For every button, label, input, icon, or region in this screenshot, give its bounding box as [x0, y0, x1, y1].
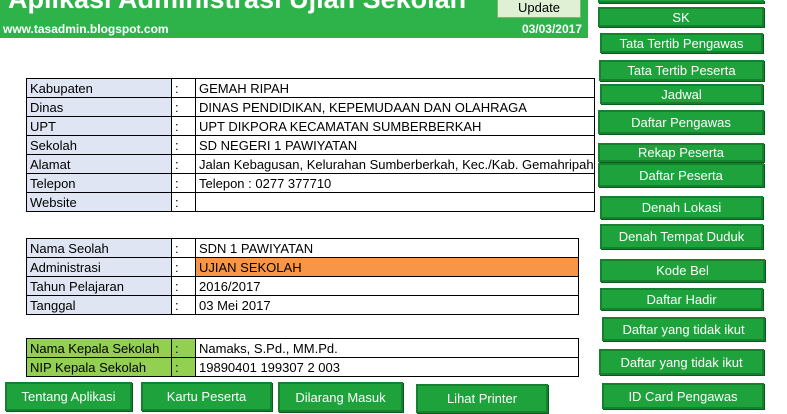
colon: : — [171, 257, 196, 277]
nama-sekolah-label: Nama Seolah — [26, 238, 172, 258]
menu-button-daftar-tidak-ikut-1[interactable]: Daftar yang tidak ikut — [602, 317, 765, 341]
colon: : — [171, 135, 196, 155]
nama-kepala-label: Nama Kepala Sekolah — [26, 338, 172, 358]
exam-info-table: Nama Seolah : SDN 1 PAWIYATAN Administra… — [26, 238, 579, 315]
menu-button-denah-tempat-duduk[interactable]: Denah Tempat Duduk — [600, 224, 763, 249]
sekolah-label: Sekolah — [26, 135, 172, 155]
app-title: Aplikasi Administrasi Ujian Sekolah — [8, 0, 466, 15]
telepon-value[interactable]: Telepon : 0277 377710 — [195, 173, 595, 193]
tentang-aplikasi-button[interactable]: Tentang Aplikasi — [5, 382, 132, 411]
sekolah-value[interactable]: SD NEGERI 1 PAWIYATAN — [195, 135, 595, 155]
menu-button-id-card-pengawas[interactable]: ID Card Pengawas — [602, 383, 764, 409]
colon: : — [171, 357, 196, 377]
administrasi-label: Administrasi — [26, 257, 172, 277]
alamat-label: Alamat — [26, 154, 172, 174]
telepon-label: Telepon — [26, 173, 172, 193]
table-row: Administrasi : UJIAN SEKOLAH — [26, 257, 579, 277]
menu-button-daftar-pengawas[interactable]: Daftar Pengawas — [598, 110, 764, 134]
alamat-value[interactable]: Jalan Kebagusan, Kelurahan Sumberberkah,… — [195, 154, 595, 174]
table-row: Sekolah : SD NEGERI 1 PAWIYATAN — [26, 135, 595, 155]
menu-button-denah-lokasi[interactable]: Denah Lokasi — [600, 196, 763, 219]
kabupaten-value[interactable]: GEMAH RIPAH — [195, 78, 595, 98]
school-info-table: Kabupaten : GEMAH RIPAH Dinas : DINAS PE… — [26, 78, 595, 212]
nip-kepala-value[interactable]: 19890401 199307 2 003 — [195, 357, 579, 377]
tahun-pelajaran-label: Tahun Pelajaran — [26, 276, 172, 296]
lihat-printer-button[interactable]: Lihat Printer — [416, 384, 548, 413]
kabupaten-label: Kabupaten — [26, 78, 172, 98]
colon: : — [171, 78, 196, 98]
colon: : — [171, 116, 196, 136]
colon: : — [171, 154, 196, 174]
site-url: www.tasadmin.blogspot.com — [3, 22, 169, 36]
table-row: Website : — [26, 192, 595, 212]
table-row: Telepon : Telepon : 0277 377710 — [26, 173, 595, 193]
table-row: Kabupaten : GEMAH RIPAH — [26, 78, 595, 98]
table-row: NIP Kepala Sekolah : 19890401 199307 2 0… — [26, 357, 579, 377]
website-label: Website — [26, 192, 172, 212]
colon: : — [171, 276, 196, 296]
header-date: 03/03/2017 — [521, 22, 582, 36]
colon: : — [171, 97, 196, 117]
table-row: Tanggal : 03 Mei 2017 — [26, 295, 579, 315]
administrasi-value[interactable]: UJIAN SEKOLAH — [195, 257, 579, 277]
table-row: Alamat : Jalan Kebagusan, Kelurahan Sumb… — [26, 154, 595, 174]
colon: : — [171, 295, 196, 315]
menu-button-sk[interactable]: SK — [598, 7, 764, 27]
website-value[interactable] — [195, 192, 595, 212]
tanggal-label: Tanggal — [26, 295, 172, 315]
nip-kepala-label: NIP Kepala Sekolah — [26, 357, 172, 377]
upt-label: UPT — [26, 116, 172, 136]
table-row: Nama Seolah : SDN 1 PAWIYATAN — [26, 238, 579, 258]
table-row: Dinas : DINAS PENDIDIKAN, KEPEMUDAAN DAN… — [26, 97, 595, 117]
menu-button-top-partial[interactable] — [598, 0, 764, 3]
table-row: Nama Kepala Sekolah : Namaks, S.Pd., MM.… — [26, 338, 579, 358]
kartu-peserta-button[interactable]: Kartu Peserta — [141, 382, 272, 411]
nama-kepala-value[interactable]: Namaks, S.Pd., MM.Pd. — [195, 338, 579, 358]
colon: : — [171, 238, 196, 258]
menu-button-rekap-peserta[interactable]: Rekap Peserta — [598, 143, 764, 162]
colon: : — [171, 338, 196, 358]
menu-button-daftar-tidak-ikut-2[interactable]: Daftar yang tidak ikut — [599, 349, 764, 375]
menu-button-daftar-hadir[interactable]: Daftar Hadir — [600, 288, 763, 310]
menu-button-jadwal[interactable]: Jadwal — [600, 84, 763, 104]
dilarang-masuk-button[interactable]: Dilarang Masuk — [278, 382, 403, 412]
tahun-pelajaran-value[interactable]: 2016/2017 — [195, 276, 579, 296]
dinas-value[interactable]: DINAS PENDIDIKAN, KEPEMUDAAN DAN OLAHRAG… — [195, 97, 595, 117]
menu-button-tata-tertib-peserta[interactable]: Tata Tertib Peserta — [599, 60, 764, 81]
tanggal-value[interactable]: 03 Mei 2017 — [195, 295, 579, 315]
dinas-label: Dinas — [26, 97, 172, 117]
colon: : — [171, 173, 196, 193]
update-button[interactable]: Update — [497, 0, 581, 18]
principal-info-table: Nama Kepala Sekolah : Namaks, S.Pd., MM.… — [26, 338, 579, 377]
table-row: Tahun Pelajaran : 2016/2017 — [26, 276, 579, 296]
menu-button-tata-tertib-pengawas[interactable]: Tata Tertib Pengawas — [600, 33, 763, 53]
menu-button-kode-bel[interactable]: Kode Bel — [600, 259, 765, 282]
upt-value[interactable]: UPT DIKPORA KECAMATAN SUMBERBERKAH — [195, 116, 595, 136]
nama-sekolah-value[interactable]: SDN 1 PAWIYATAN — [195, 238, 579, 258]
colon: : — [171, 192, 196, 212]
menu-button-daftar-peserta[interactable]: Daftar Peserta — [598, 163, 764, 187]
table-row: UPT : UPT DIKPORA KECAMATAN SUMBERBERKAH — [26, 116, 595, 136]
